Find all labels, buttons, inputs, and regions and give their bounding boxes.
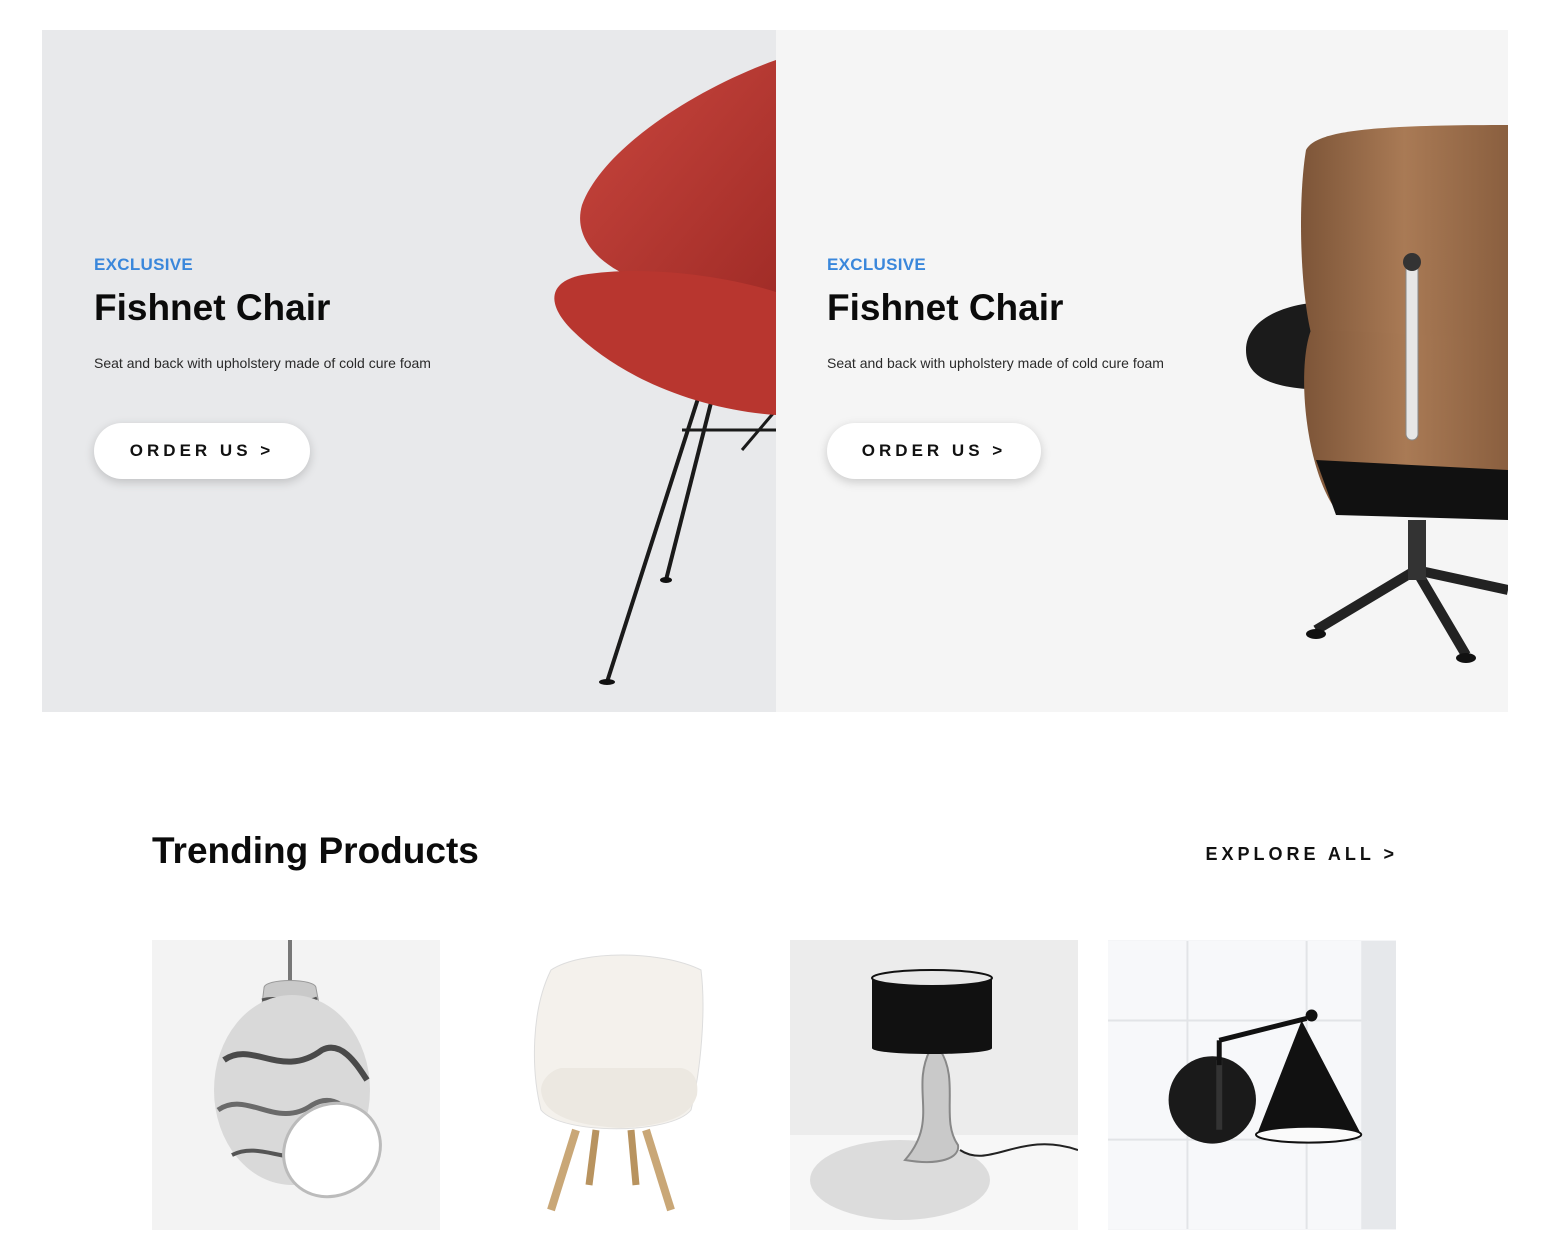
banner-fishnet-chair-red: EXCLUSIVE Fishnet Chair Seat and back wi… xyxy=(42,30,776,712)
order-us-button[interactable]: ORDER US > xyxy=(94,423,310,479)
banner-content: EXCLUSIVE Fishnet Chair Seat and back wi… xyxy=(94,255,454,479)
banner-eyebrow: EXCLUSIVE xyxy=(94,255,194,274)
order-us-button[interactable]: ORDER US > xyxy=(827,423,1041,479)
trending-products-grid xyxy=(152,940,1398,1230)
product-card[interactable] xyxy=(790,940,1078,1230)
explore-all-link[interactable]: EXPLORE ALL > xyxy=(1205,844,1398,865)
banner-description: Seat and back with upholstery made of co… xyxy=(827,355,1164,371)
trending-header: Trending Products EXPLORE ALL > xyxy=(152,830,1398,878)
product-card[interactable] xyxy=(152,940,440,1230)
banner-eyebrow: EXCLUSIVE xyxy=(827,255,927,274)
black-wall-lamp-icon xyxy=(1108,941,1396,1229)
banner-content: EXCLUSIVE Fishnet Chair Seat and back wi… xyxy=(827,255,1187,479)
marble-pendant-lamp-icon xyxy=(152,940,440,1230)
product-card[interactable] xyxy=(1108,940,1396,1230)
banner-fishnet-chair-lounge: EXCLUSIVE Fishnet Chair Seat and back wi… xyxy=(776,30,1508,712)
product-card[interactable] xyxy=(471,940,759,1230)
banner-description: Seat and back with upholstery made of co… xyxy=(94,355,431,371)
banner-title: Fishnet Chair xyxy=(94,287,331,328)
hero-banners: EXCLUSIVE Fishnet Chair Seat and back wi… xyxy=(42,30,1508,712)
white-shell-chair-icon xyxy=(471,940,759,1230)
banner-title: Fishnet Chair xyxy=(827,287,1064,328)
section-title: Trending Products xyxy=(152,830,479,871)
black-table-lamp-icon xyxy=(790,940,1078,1230)
